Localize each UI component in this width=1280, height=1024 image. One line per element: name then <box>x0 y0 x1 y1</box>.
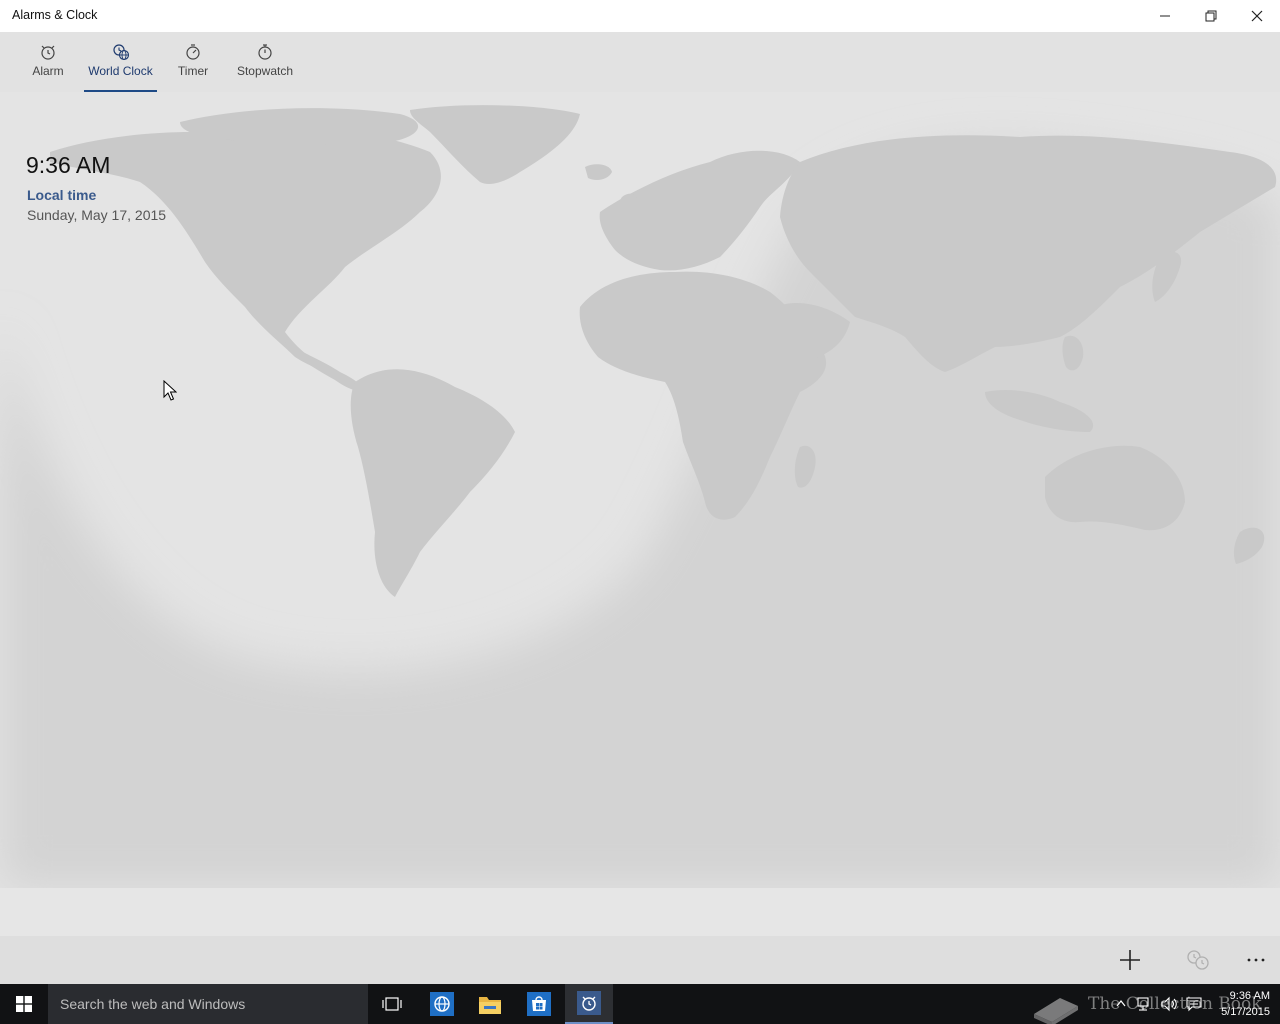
minimize-button[interactable] <box>1142 0 1188 32</box>
more-button[interactable] <box>1234 936 1278 984</box>
taskbar-clock[interactable]: 9:36 AM 5/17/2015 <box>1208 988 1270 1020</box>
compare-clocks-icon <box>1187 950 1209 970</box>
alarm-clock-icon <box>41 45 55 60</box>
tab-stopwatch[interactable]: Stopwatch <box>236 32 294 92</box>
window-title: Alarms & Clock <box>12 8 98 22</box>
book-icon <box>1034 998 1078 1024</box>
windows-logo-icon <box>16 996 32 1012</box>
tab-alarm[interactable]: Alarm <box>28 32 68 92</box>
taskbar-internet-explorer[interactable] <box>418 984 466 1024</box>
start-button[interactable] <box>0 984 48 1024</box>
world-clock-icon <box>112 44 129 61</box>
file-explorer-icon <box>479 997 501 1014</box>
search-placeholder: Search the web and Windows <box>60 996 246 1012</box>
world-map-graphic <box>0 92 1280 888</box>
tray-overflow-icon[interactable] <box>1116 999 1126 1007</box>
mouse-cursor-icon <box>163 380 177 401</box>
tab-label: Stopwatch <box>236 64 294 78</box>
tab-label: World Clock <box>88 64 153 78</box>
restore-button[interactable] <box>1188 0 1234 32</box>
local-clock-card[interactable]: 9:36 AM Local time Sunday, May 17, 2015 <box>26 152 166 223</box>
alarms-app-icon <box>577 991 601 1015</box>
taskbar-file-explorer[interactable] <box>466 984 514 1024</box>
action-center-icon[interactable] <box>1186 996 1202 1012</box>
taskbar-alarms-app[interactable] <box>565 984 613 1024</box>
timer-icon <box>186 44 200 60</box>
tab-world-clock[interactable]: World Clock <box>84 32 157 92</box>
local-time-label: Local time <box>27 187 97 203</box>
local-date: Sunday, May 17, 2015 <box>27 207 167 223</box>
local-time: 9:36 AM <box>26 152 111 178</box>
close-icon <box>1251 10 1263 22</box>
taskbar: Search the web and Windows The Collectio… <box>0 984 1280 1024</box>
task-view-button[interactable] <box>368 984 416 1024</box>
taskbar-store[interactable] <box>515 984 563 1024</box>
restore-icon <box>1205 10 1217 22</box>
close-button[interactable] <box>1234 0 1280 32</box>
internet-explorer-icon <box>430 992 454 1016</box>
tab-label: Timer <box>177 64 209 78</box>
store-icon <box>527 992 551 1016</box>
taskbar-time: 9:36 AM <box>1229 990 1270 1002</box>
title-bar: Alarms & Clock <box>0 0 1280 32</box>
add-city-button[interactable] <box>1108 936 1152 984</box>
world-map[interactable] <box>0 92 1280 888</box>
add-icon <box>1120 950 1140 970</box>
stopwatch-icon <box>258 44 272 60</box>
taskbar-search-box[interactable]: Search the web and Windows <box>48 984 368 1024</box>
task-view-icon <box>382 997 402 1011</box>
taskbar-date: 5/17/2015 <box>1221 1006 1270 1018</box>
more-icon <box>1247 958 1265 962</box>
network-icon[interactable] <box>1136 996 1152 1012</box>
tab-timer[interactable]: Timer <box>175 32 211 92</box>
app-navigation: Alarm World Clock Timer Stopwatch <box>0 32 1280 92</box>
minimize-icon <box>1160 15 1170 17</box>
compare-button[interactable] <box>1176 936 1220 984</box>
volume-icon[interactable] <box>1160 996 1178 1012</box>
content-footer-area <box>0 888 1280 936</box>
tab-label: Alarm <box>32 64 64 78</box>
command-bar <box>0 936 1280 984</box>
